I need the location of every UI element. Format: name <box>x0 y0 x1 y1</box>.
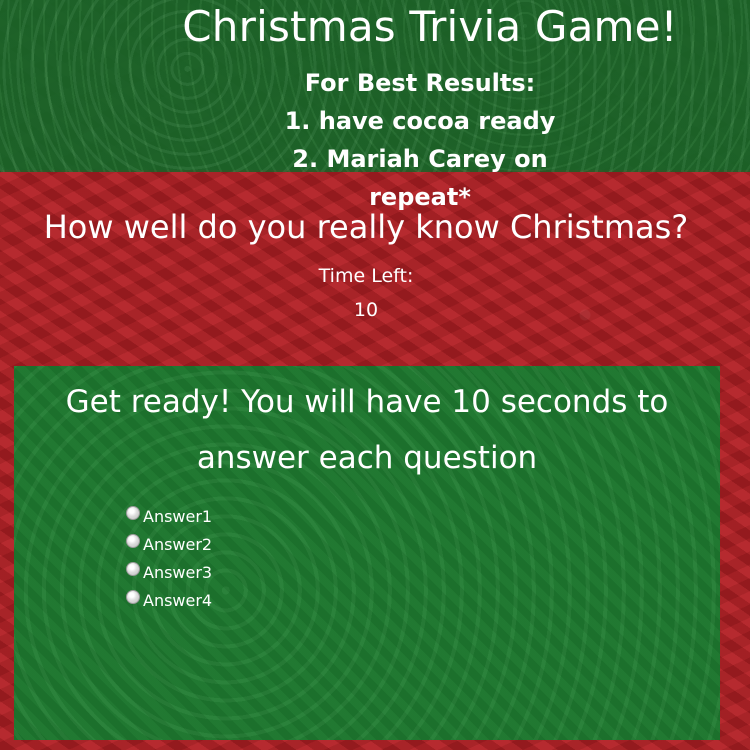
answer-option-3[interactable]: Answer3 <box>126 558 212 586</box>
best-results-tips: For Best Results: 1. have cocoa ready 2.… <box>250 64 590 216</box>
answer-radio-4[interactable] <box>126 590 140 604</box>
game-subtitle: How well do you really know Christmas? <box>43 208 689 246</box>
answer-radio-2[interactable] <box>126 534 140 548</box>
time-left-value: 10 <box>353 299 379 321</box>
answer-label-3: Answer3 <box>143 562 213 582</box>
answer-label-1: Answer1 <box>143 506 213 526</box>
best-results-heading: For Best Results: <box>304 69 536 97</box>
answer-option-1[interactable]: Answer1 <box>126 502 212 530</box>
tip-cocoa: 1. have cocoa ready <box>284 107 556 135</box>
header-banner: Christmas Trivia Game! For Best Results:… <box>0 0 750 211</box>
answer-label-4: Answer4 <box>143 590 213 610</box>
answer-radio-1[interactable] <box>126 506 140 520</box>
answer-list: Answer1 Answer2 Answer3 Answer4 <box>126 502 212 614</box>
time-left-label: Time Left: <box>318 265 414 287</box>
answer-radio-3[interactable] <box>126 562 140 576</box>
answer-option-2[interactable]: Answer2 <box>126 530 212 558</box>
answer-label-2: Answer2 <box>143 534 213 554</box>
answer-option-4[interactable]: Answer4 <box>126 586 212 614</box>
quiz-panel: Get ready! You will have 10 seconds to a… <box>14 366 720 740</box>
page-title: Christmas Trivia Game! <box>182 2 678 51</box>
tip-mariah-carey: 2. Mariah Carey on repeat* <box>292 145 548 211</box>
question-text: Get ready! You will have 10 seconds to a… <box>65 384 669 476</box>
